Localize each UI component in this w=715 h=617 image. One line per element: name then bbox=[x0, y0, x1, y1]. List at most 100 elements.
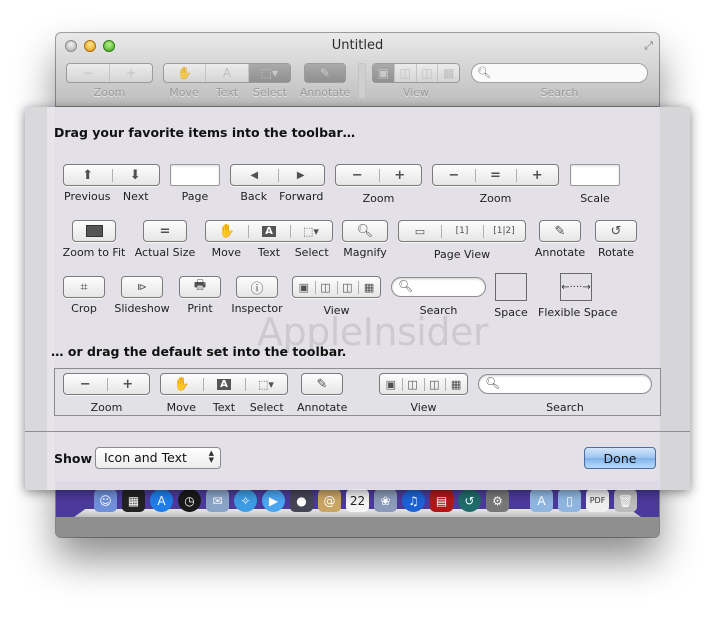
view-item[interactable]: ▣ ◫ ◫ ▦ View bbox=[292, 276, 381, 317]
inspector-item[interactable]: ⓘ Inspector bbox=[230, 276, 284, 315]
calendar-icon[interactable]: 22 bbox=[346, 489, 369, 512]
safari-icon[interactable]: ✧ bbox=[234, 489, 257, 512]
zoom-item[interactable]: − + Zoom bbox=[335, 164, 422, 205]
previous-next-item[interactable]: ⬆ ⬇ Previous Next bbox=[63, 164, 160, 203]
zoom-three-item[interactable]: − = + Zoom bbox=[432, 164, 559, 205]
tools-item[interactable]: ✋ A ⬚▾ Move Text Select bbox=[205, 220, 333, 259]
default-search-item[interactable]: 🔍︎ Search bbox=[478, 373, 652, 414]
itunes-icon[interactable]: ♫ bbox=[402, 489, 425, 512]
show-select[interactable]: Icon and Text ▲ ▼ bbox=[95, 447, 221, 469]
pencil-icon: ✎ bbox=[316, 376, 328, 392]
zoom-out-icon: − bbox=[79, 376, 91, 392]
space-item[interactable]: Space bbox=[494, 273, 528, 319]
system-preferences-icon[interactable]: ⚙ bbox=[486, 489, 509, 512]
toolbar-move-label: Move bbox=[169, 86, 199, 99]
hand-icon: ✋ bbox=[218, 223, 236, 239]
rotate-label: Rotate bbox=[597, 246, 634, 259]
text-tool-icon[interactable]: A bbox=[205, 64, 247, 82]
scale-item[interactable]: Scale bbox=[570, 164, 620, 205]
webcam-icon[interactable]: ● bbox=[290, 489, 313, 512]
search-icon: 🔍︎ bbox=[485, 376, 501, 390]
annotate-item[interactable]: ✎ Annotate bbox=[534, 220, 586, 259]
mail-icon[interactable]: ✉ bbox=[206, 489, 229, 512]
magnify-label: Magnify bbox=[343, 246, 387, 259]
zoom-out-icon: − bbox=[351, 167, 363, 183]
view-grid-icon[interactable]: ▦ bbox=[437, 64, 459, 82]
toolbar-view-label: View bbox=[402, 86, 430, 99]
default-select-label: Select bbox=[249, 401, 284, 414]
crop-item[interactable]: ⌗ Crop bbox=[62, 276, 106, 315]
done-button[interactable]: Done bbox=[584, 447, 656, 469]
toolbar-separator bbox=[358, 63, 366, 99]
slideshow-item[interactable]: ⧐ Slideshow bbox=[113, 276, 171, 315]
facetime-icon[interactable]: ▶ bbox=[262, 489, 285, 512]
page-field bbox=[170, 164, 220, 186]
toolbar-zoom-label: Zoom bbox=[93, 86, 126, 99]
app-store-icon[interactable]: A bbox=[150, 489, 173, 512]
pdf-file-icon[interactable]: PDF bbox=[586, 489, 609, 512]
applications-folder-icon[interactable]: A bbox=[530, 489, 553, 512]
default-zoom-item[interactable]: − + Zoom bbox=[63, 373, 150, 414]
search-field-preview: 🔍︎ bbox=[391, 277, 486, 297]
select-tool-icon: ⬚▾ bbox=[245, 374, 287, 394]
magnify-item[interactable]: 🔍︎ Magnify bbox=[342, 220, 388, 259]
default-view-item[interactable]: ▣ ◫ ◫ ▦ View bbox=[379, 373, 468, 414]
time-machine-icon[interactable]: ↺ bbox=[458, 489, 481, 512]
zoom-in-icon: + bbox=[106, 374, 150, 394]
toolbar-view-group[interactable]: ▣ ◫ ◫ ▦ bbox=[372, 63, 460, 83]
flexible-space-arrow-icon: ←····→ bbox=[560, 273, 592, 301]
zoom-in-icon[interactable]: + bbox=[109, 64, 152, 82]
fullscreen-icon[interactable]: ⤢ bbox=[644, 39, 653, 53]
contacts-icon[interactable]: @ bbox=[318, 489, 341, 512]
favorites-heading: Drag your favorite items into the toolba… bbox=[54, 125, 356, 140]
documents-folder-icon[interactable]: ▯ bbox=[558, 489, 581, 512]
scale-field bbox=[570, 164, 620, 186]
magnifier-icon: 🔍︎ bbox=[356, 223, 374, 239]
page-item[interactable]: Page bbox=[170, 164, 220, 203]
toolbar-tools-group[interactable]: ✋ A ⬚▾ bbox=[163, 63, 291, 83]
trash-icon[interactable]: 🗑︎ bbox=[614, 489, 637, 512]
annotate-label: Annotate bbox=[534, 246, 586, 259]
search-icon: 🔍︎ bbox=[477, 66, 491, 79]
view-label: View bbox=[323, 304, 350, 317]
select-tool-icon[interactable]: ⬚▾ bbox=[247, 64, 290, 82]
default-annotate-item[interactable]: ✎ Annotate bbox=[297, 373, 347, 414]
default-tools-item[interactable]: ✋ A ⬚▾ Move Text Select bbox=[160, 373, 288, 414]
toolbar-select-label: Select bbox=[253, 86, 287, 99]
view-sidebar2-icon[interactable]: ◫ bbox=[415, 64, 438, 82]
toolbar-annotate-button[interactable]: ✎ bbox=[304, 63, 346, 83]
zoom-in-icon: + bbox=[378, 165, 422, 185]
next-label: Next bbox=[122, 190, 149, 203]
two-page-icon: [1|2] bbox=[483, 221, 525, 241]
printer-icon: 🖶 bbox=[193, 278, 207, 293]
info-icon: ⓘ bbox=[250, 281, 264, 297]
back-forward-item[interactable]: ◀ ▶ Back Forward bbox=[230, 164, 325, 203]
forward-label: Forward bbox=[279, 190, 324, 203]
forward-arrow-icon: ▶ bbox=[277, 165, 325, 185]
view-sidebar-icon[interactable]: ◫ bbox=[393, 64, 416, 82]
actual-size-item[interactable]: = Actual Size bbox=[133, 220, 197, 259]
default-text-label: Text bbox=[212, 401, 236, 414]
dashboard-icon[interactable]: ▦ bbox=[122, 489, 145, 512]
rotate-item[interactable]: ↺ Rotate bbox=[594, 220, 638, 259]
previous-label: Previous bbox=[64, 190, 111, 203]
flexible-space-item[interactable]: ←····→ Flexible Space bbox=[538, 273, 617, 319]
footer-divider bbox=[25, 431, 690, 432]
zoom-to-fit-item[interactable]: Zoom to Fit bbox=[60, 220, 128, 259]
clock-icon[interactable]: ◷ bbox=[178, 489, 201, 512]
zoom-in-icon: + bbox=[516, 165, 558, 185]
toolbar-search-field[interactable]: 🔍︎ bbox=[471, 63, 648, 83]
print-item[interactable]: 🖶 Print bbox=[178, 276, 222, 315]
toolbar-zoom-group[interactable]: − + bbox=[66, 63, 153, 83]
iphoto-icon[interactable]: ❀ bbox=[374, 489, 397, 512]
text-tool-icon: A bbox=[248, 221, 290, 241]
default-set-heading: … or drag the default set into the toolb… bbox=[51, 344, 347, 359]
hand-icon[interactable]: ✋ bbox=[164, 64, 205, 82]
page-view-item[interactable]: ▭ [1] [1|2] Page View bbox=[398, 220, 526, 261]
zoom-out-icon[interactable]: − bbox=[67, 64, 109, 82]
view-single-icon[interactable]: ▣ bbox=[373, 64, 394, 82]
back-label: Back bbox=[240, 190, 268, 203]
search-item[interactable]: 🔍︎ Search bbox=[391, 276, 486, 317]
finder-icon[interactable]: ☺ bbox=[94, 489, 117, 512]
photo-booth-icon[interactable]: ▤ bbox=[430, 489, 453, 512]
